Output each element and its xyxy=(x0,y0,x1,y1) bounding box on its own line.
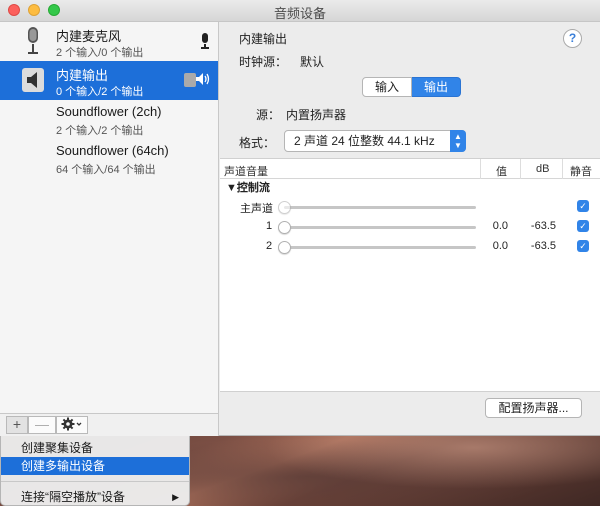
channel-label: 1 xyxy=(266,220,273,232)
microphone-indicator-icon xyxy=(201,33,209,49)
mute-checkbox[interactable]: ✓ xyxy=(577,240,589,252)
gear-popup-menu: 创建聚集设备 创建多输出设备 连接“隔空播放”设备 ▶ xyxy=(0,436,190,506)
title-bar: 音频设备 xyxy=(0,0,600,22)
configure-speakers-button[interactable]: 配置扬声器... xyxy=(485,398,582,418)
device-name: Soundflower (2ch) xyxy=(56,104,162,119)
volume-slider[interactable] xyxy=(284,246,476,249)
channel-value: 0.0 xyxy=(492,220,508,232)
header-mute: 静音 xyxy=(570,166,592,178)
channel-label: 2 xyxy=(266,240,273,252)
channel-label: 主声道 xyxy=(240,203,273,215)
volume-slider[interactable] xyxy=(284,206,476,209)
menu-item-create-multi-output-device[interactable]: 创建多输出设备 xyxy=(1,457,189,475)
source-label: 源： xyxy=(256,108,281,122)
disclosure-triangle-icon: ▼ xyxy=(226,182,237,194)
header-volume: 声道音量 xyxy=(224,166,268,178)
table-row: 2 0.0 -63.5 ✓ xyxy=(220,237,600,257)
device-title: 内建输出 xyxy=(239,32,288,46)
mute-checkbox[interactable]: ✓ xyxy=(577,200,589,212)
source-value: 内置扬声器 xyxy=(286,108,347,122)
menu-separator xyxy=(1,481,189,482)
remove-device-button[interactable]: — xyxy=(28,416,56,434)
group-label: 控制流 xyxy=(236,182,270,194)
mute-checkbox[interactable]: ✓ xyxy=(577,220,589,232)
volume-slider-thumb[interactable] xyxy=(278,241,291,254)
device-io: 2 个输入/2 个输出 xyxy=(56,125,144,137)
group-row[interactable]: ▼控制流 xyxy=(220,179,600,197)
microphone-icon xyxy=(28,27,38,54)
format-label: 格式： xyxy=(239,136,276,150)
add-device-button[interactable]: + xyxy=(6,416,28,434)
header-value: 值 xyxy=(496,166,507,178)
volume-slider-thumb[interactable] xyxy=(278,201,291,214)
help-button[interactable]: ? xyxy=(563,29,582,48)
device-name: Soundflower (64ch) xyxy=(56,143,169,158)
sidebar-toolbar: + — xyxy=(0,413,219,436)
device-list: 内建麦克风 2 个输入/0 个输出 内建输出 0 个输入/2 个输出 Sound… xyxy=(0,22,219,413)
channel-volume-table: 声道音量 值 dB 静音 ▼控制流 主声道 ✓ 1 0.0 -63.5 ✓ 2 … xyxy=(220,158,600,392)
tab-output[interactable]: 输出 xyxy=(412,77,462,97)
gear-icon xyxy=(61,417,82,431)
clock-source-value: 默认 xyxy=(300,55,325,69)
table-row: 主声道 ✓ xyxy=(220,197,600,217)
channel-db: -63.5 xyxy=(530,240,556,252)
menu-item-label: 连接“隔空播放”设备 xyxy=(21,490,125,504)
channel-db: -63.5 xyxy=(530,220,556,232)
device-io: 2 个输入/0 个输出 xyxy=(56,47,144,59)
audio-devices-window: 音频设备 内建麦克风 2 个输入/0 个输出 内建输出 0 个输入/2 个输出 … xyxy=(0,0,600,436)
format-value: 2 声道 24 位整数 44.1 kHz xyxy=(294,134,435,148)
tab-input[interactable]: 输入 xyxy=(362,77,413,97)
updown-chevron-icon: ▲ ▼ xyxy=(450,130,466,152)
window-title: 音频设备 xyxy=(273,6,326,21)
gear-menu-button[interactable] xyxy=(56,416,88,434)
header-db: dB xyxy=(536,163,550,175)
device-io: 0 个输入/2 个输出 xyxy=(56,86,144,98)
menu-item-connect-airplay-device[interactable]: 连接“隔空播放”设备 ▶ xyxy=(1,488,189,506)
io-tabs: 输入 输出 xyxy=(362,77,462,97)
device-io: 64 个输入/64 个输出 xyxy=(56,164,156,176)
device-name: 内建输出 xyxy=(56,68,109,83)
device-item-soundflower-64ch[interactable]: Soundflower (64ch) 64 个输入/64 个输出 xyxy=(0,139,218,178)
device-detail-panel: 内建输出 时钟源： 默认 ? 输入 输出 源： 内置扬声器 格式： 2 声道 2… xyxy=(220,22,600,436)
device-item-builtin-output[interactable]: 内建输出 0 个输入/2 个输出 xyxy=(0,61,218,100)
menu-item-create-aggregate-device[interactable]: 创建聚集设备 xyxy=(1,439,189,457)
device-item-builtin-mic[interactable]: 内建麦克风 2 个输入/0 个输出 xyxy=(0,22,218,61)
table-row: 1 0.0 -63.5 ✓ xyxy=(220,217,600,237)
finder-icon xyxy=(184,73,196,87)
speaker-icon xyxy=(22,68,44,92)
table-header: 声道音量 值 dB 静音 xyxy=(220,159,600,179)
volume-slider[interactable] xyxy=(284,226,476,229)
format-select[interactable]: 2 声道 24 位整数 44.1 kHz ▲ ▼ xyxy=(284,130,466,152)
volume-slider-thumb[interactable] xyxy=(278,221,291,234)
volume-indicator-icon xyxy=(196,73,210,85)
device-name: 内建麦克风 xyxy=(56,29,122,44)
channel-value: 0.0 xyxy=(492,240,508,252)
clock-source-label: 时钟源： xyxy=(239,55,288,69)
submenu-arrow-icon: ▶ xyxy=(172,492,179,502)
device-item-soundflower-2ch[interactable]: Soundflower (2ch) 2 个输入/2 个输出 xyxy=(0,100,218,139)
